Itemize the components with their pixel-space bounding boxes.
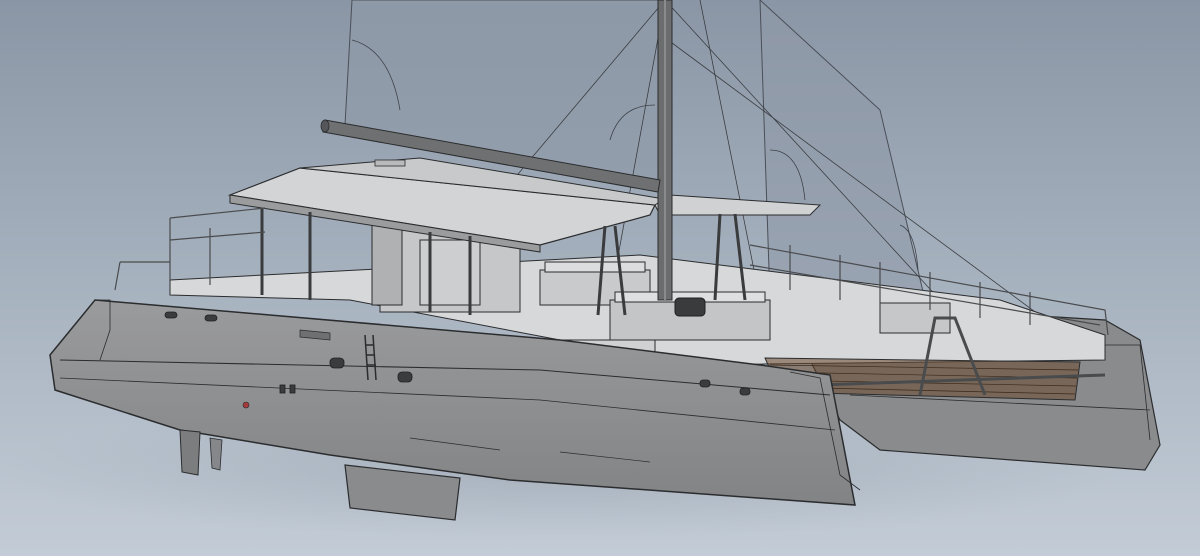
nav-light bbox=[242, 401, 250, 409]
winch bbox=[674, 297, 706, 317]
catamaran-image bbox=[0, 0, 1200, 556]
mast bbox=[657, 0, 673, 301]
catamaran-render bbox=[0, 0, 1200, 556]
